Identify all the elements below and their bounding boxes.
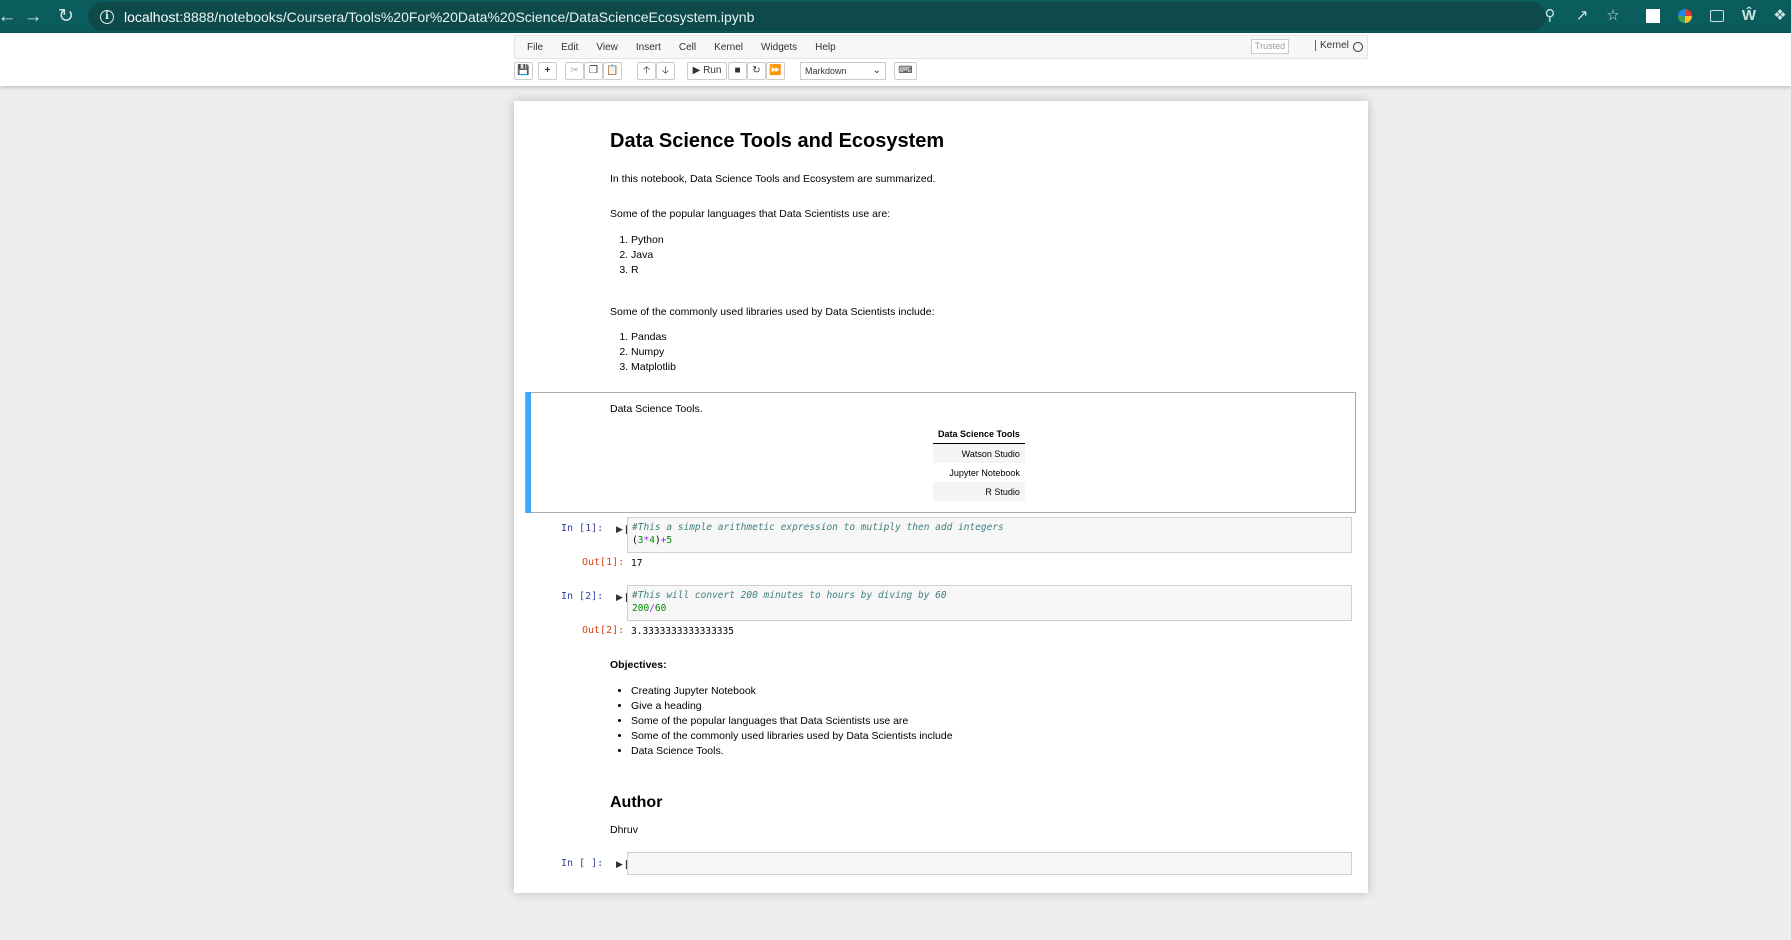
share-icon[interactable]: ↗	[1572, 6, 1592, 26]
menu-edit[interactable]: Edit	[561, 42, 578, 53]
kernel-name: Kernel	[1315, 40, 1349, 51]
menu-insert[interactable]: Insert	[636, 42, 661, 53]
languages-list: Python Java R	[631, 233, 664, 278]
list-item: Creating Jupyter Notebook	[631, 684, 953, 699]
menubar: File Edit View Insert Cell Kernel Widget…	[514, 35, 1368, 59]
address-bar[interactable]: i localhost:8888/notebooks/Coursera/Tool…	[88, 2, 1546, 31]
forward-icon[interactable]: →	[18, 0, 48, 33]
list-item: Pandas	[631, 330, 676, 345]
list-item: Some of the commonly used libraries used…	[631, 729, 953, 744]
in-prompt: In [ ]:	[561, 858, 604, 869]
menu-widgets[interactable]: Widgets	[761, 42, 797, 53]
run-cell-icon[interactable]: ▶❙	[616, 592, 630, 602]
intro-text: In this notebook, Data Science Tools and…	[610, 173, 936, 185]
list-item: Some of the popular languages that Data …	[631, 714, 953, 729]
in-prompt: In [1]:	[561, 523, 604, 534]
code-line: 200/60	[632, 603, 667, 614]
languages-intro: Some of the popular languages that Data …	[610, 208, 891, 220]
url-text: localhost:8888/notebooks/Coursera/Tools%…	[124, 8, 755, 25]
menu-cell[interactable]: Cell	[679, 42, 696, 53]
extension-icon[interactable]	[1643, 6, 1663, 26]
extensions-puzzle-icon[interactable]: ❖	[1770, 6, 1790, 26]
notebook-toolbar: 💾 + ✂ ❐ 📋 🡡 🡣 ▶ Run ■ ↻ ⏩ Markdown ⌄ ⌨	[514, 62, 1374, 80]
libraries-list: Pandas Numpy Matplotlib	[631, 330, 676, 375]
code-line: (3*4)+5	[632, 535, 673, 546]
tools-table: Data Science Tools Watson Studio Jupyter…	[933, 426, 1025, 501]
cell-output: 17	[631, 558, 643, 569]
author-name: Dhruv	[610, 824, 639, 836]
table-cell: R Studio	[933, 482, 1025, 501]
cell-output: 3.3333333333333335	[631, 626, 734, 637]
empty-code-input[interactable]	[627, 852, 1352, 875]
move-down-icon[interactable]: 🡣	[656, 62, 675, 80]
out-prompt: Out[2]:	[582, 625, 625, 636]
kernel-status-icon	[1353, 42, 1363, 52]
code-comment: #This a simple arithmetic expression to …	[632, 522, 1004, 533]
code-input[interactable]: #This a simple arithmetic expression to …	[627, 517, 1352, 553]
notebook-title: Data Science Tools and Ecosystem	[610, 130, 945, 152]
table-cell: Watson Studio	[933, 443, 1025, 463]
list-item: Matplotlib	[631, 360, 676, 375]
menu-view[interactable]: View	[596, 42, 618, 53]
extension-icon[interactable]	[1707, 6, 1727, 26]
site-info-icon[interactable]: i	[100, 9, 114, 24]
notebook-container: Data Science Tools and Ecosystem In this…	[514, 101, 1368, 893]
in-prompt: In [2]:	[561, 591, 604, 602]
libraries-intro: Some of the commonly used libraries used…	[610, 306, 935, 318]
out-prompt: Out[1]:	[582, 557, 625, 568]
run-button[interactable]: ▶ Run	[687, 62, 727, 80]
insert-cell-icon[interactable]: +	[538, 62, 557, 80]
menu-file[interactable]: File	[527, 42, 543, 53]
run-icon: ▶	[692, 65, 701, 76]
restart-icon[interactable]: ↻	[747, 62, 766, 80]
list-item: Data Science Tools.	[631, 744, 953, 759]
objectives-heading: Objectives:	[610, 659, 667, 671]
chevron-down-icon: ⌄	[872, 65, 881, 76]
move-up-icon[interactable]: 🡡	[637, 62, 656, 80]
list-item: Numpy	[631, 345, 676, 360]
cell-selection-bar	[526, 392, 531, 513]
restart-run-all-icon[interactable]: ⏩	[766, 62, 785, 80]
run-cell-icon[interactable]: ▶❙	[616, 859, 630, 869]
copy-icon[interactable]: ❐	[584, 62, 603, 80]
code-comment: #This will convert 200 minutes to hours …	[632, 590, 947, 601]
tools-intro: Data Science Tools.	[610, 403, 703, 415]
menu-kernel[interactable]: Kernel	[714, 42, 743, 53]
interrupt-icon[interactable]: ■	[728, 62, 747, 80]
table-header: Data Science Tools	[933, 426, 1025, 444]
trusted-indicator[interactable]: Trusted	[1251, 39, 1289, 54]
cell-type-select[interactable]: Markdown ⌄	[800, 62, 886, 80]
cut-icon[interactable]: ✂	[565, 62, 584, 80]
objectives-list: Creating Jupyter Notebook Give a heading…	[631, 684, 953, 759]
extension-icon[interactable]: Ŵ	[1739, 6, 1759, 26]
run-cell-icon[interactable]: ▶❙	[616, 524, 630, 534]
browser-toolbar: ← → ↻ i localhost:8888/notebooks/Courser…	[0, 0, 1791, 33]
extension-icon[interactable]	[1675, 6, 1695, 26]
keyboard-icon[interactable]: ⌨	[894, 62, 917, 80]
list-item: Python	[631, 233, 664, 248]
zoom-icon[interactable]: ⚲	[1540, 6, 1560, 26]
table-cell: Jupyter Notebook	[949, 468, 1020, 478]
list-item: Give a heading	[631, 699, 953, 714]
code-input[interactable]: #This will convert 200 minutes to hours …	[627, 585, 1352, 621]
paste-icon[interactable]: 📋	[603, 62, 622, 80]
jupyter-header: File Edit View Insert Cell Kernel Widget…	[0, 33, 1791, 86]
list-item: R	[631, 263, 664, 278]
reload-icon[interactable]: ↻	[51, 0, 81, 33]
menu-help[interactable]: Help	[815, 42, 836, 53]
author-heading: Author	[610, 794, 663, 811]
bookmark-star-icon[interactable]: ☆	[1603, 6, 1623, 26]
list-item: Java	[631, 248, 664, 263]
save-icon[interactable]: 💾	[514, 62, 533, 80]
